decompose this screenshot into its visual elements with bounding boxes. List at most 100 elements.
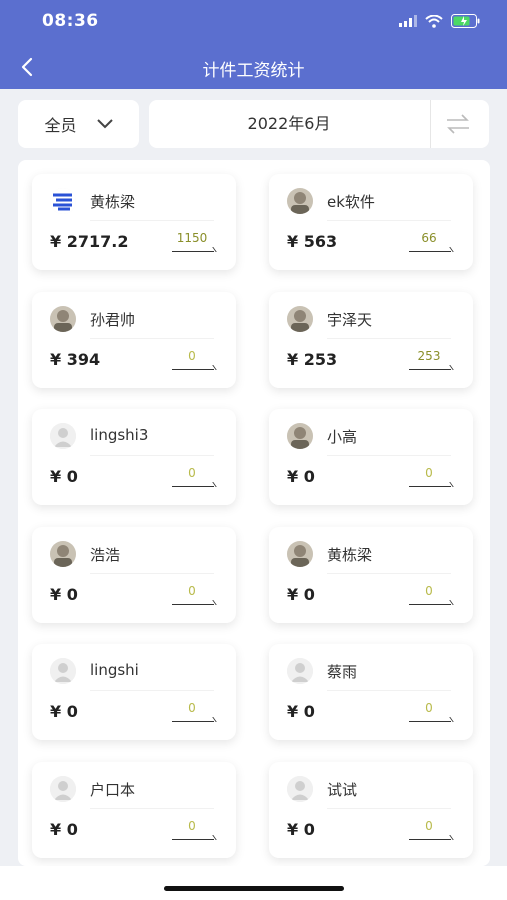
count-underline	[172, 486, 214, 487]
piece-count: 0	[188, 466, 196, 480]
piece-count: 0	[188, 818, 196, 833]
employee-name: 蔡雨	[327, 663, 358, 681]
avatar	[50, 540, 76, 567]
wage-amount: ¥ 2717.2	[50, 232, 129, 251]
count-underline	[172, 368, 214, 370]
employee-card[interactable]: 黄栋梁 ¥ 2717.2 1150	[32, 174, 236, 270]
battery-icon	[451, 14, 480, 28]
divider	[90, 337, 214, 339]
wifi-icon	[425, 14, 443, 28]
piece-count: 66	[421, 231, 437, 245]
piece-count: 0	[188, 701, 196, 715]
count-underline	[172, 721, 214, 722]
count-underline	[172, 251, 214, 252]
divider	[327, 807, 451, 809]
employee-name: 宇泽天	[327, 310, 373, 329]
wage-amount: ¥ 0	[287, 819, 315, 839]
employee-name: 小高	[327, 428, 358, 446]
avatar	[287, 188, 313, 214]
avatar	[50, 423, 76, 449]
employee-name: lingshi3	[90, 426, 149, 444]
avatar	[287, 775, 313, 802]
employee-card[interactable]: lingshi3 ¥ 0 0	[32, 409, 236, 505]
avatar	[50, 305, 76, 332]
avatar	[287, 540, 313, 567]
divider	[327, 337, 451, 339]
divider	[430, 100, 431, 148]
avatar	[287, 305, 313, 332]
member-filter-label: 全员	[44, 116, 77, 135]
date-value[interactable]: 2022年6月	[149, 100, 429, 148]
employee-name: 黄栋梁	[90, 193, 136, 211]
employee-card[interactable]: 小高 ¥ 0 0	[269, 409, 473, 505]
page-title: 计件工资统计	[202, 61, 305, 81]
wage-amount: ¥ 0	[50, 467, 78, 486]
home-indicator	[164, 886, 344, 891]
employee-card[interactable]: 浩浩 ¥ 0 0	[32, 526, 236, 623]
divider	[90, 690, 214, 691]
employee-name: 孙君帅	[90, 310, 136, 329]
piece-count: 0	[425, 466, 433, 480]
employee-card[interactable]: 试试 ¥ 0 0	[269, 761, 473, 858]
wage-amount: ¥ 0	[287, 467, 315, 486]
divider	[90, 807, 214, 809]
swap-icon[interactable]	[445, 113, 471, 135]
employee-name: ek软件	[327, 193, 375, 211]
status-time: 08:36	[42, 11, 99, 31]
employee-card[interactable]: lingshi ¥ 0 0	[32, 644, 236, 740]
piece-count: 0	[425, 701, 433, 715]
wage-amount: ¥ 0	[50, 584, 78, 604]
top-bar: 08:36 计件工资统计	[0, 0, 507, 89]
piece-count: 253	[417, 348, 441, 363]
wage-amount: ¥ 563	[287, 232, 338, 251]
bottom-area	[0, 866, 507, 900]
piece-count: 0	[425, 818, 433, 833]
chevron-down-icon	[96, 119, 113, 129]
avatar	[50, 188, 76, 214]
employee-card[interactable]: 蔡雨 ¥ 0 0	[269, 644, 473, 740]
signal-icon	[399, 15, 417, 27]
count-underline	[409, 721, 451, 722]
count-underline	[409, 603, 451, 605]
wage-amount: ¥ 394	[50, 349, 101, 369]
count-underline	[409, 251, 451, 252]
avatar	[50, 775, 76, 802]
divider	[327, 690, 451, 691]
divider	[90, 455, 214, 456]
wage-amount: ¥ 0	[50, 702, 78, 721]
piece-count: 0	[188, 583, 196, 598]
divider	[90, 220, 214, 221]
employee-name: lingshi	[90, 661, 139, 679]
wage-amount: ¥ 0	[50, 819, 78, 839]
employee-name: 户口本	[90, 780, 136, 799]
divider	[90, 572, 214, 574]
employee-card[interactable]: 宇泽天 ¥ 253 253	[269, 291, 473, 388]
count-underline	[172, 838, 214, 840]
count-underline	[409, 838, 451, 840]
wage-amount: ¥ 0	[287, 584, 315, 604]
employee-card-grid: 黄栋梁 ¥ 2717.2 1150 ek软件 ¥ 563 66 孙君帅 ¥ 394 0 宇泽天 ¥ …	[18, 160, 490, 866]
employee-name: 浩浩	[90, 545, 121, 564]
employee-card[interactable]: 黄栋梁 ¥ 0 0	[269, 526, 473, 623]
avatar	[287, 423, 313, 449]
piece-count: 1150	[176, 231, 208, 245]
member-filter-dropdown[interactable]: 全员	[18, 100, 139, 148]
divider	[327, 572, 451, 574]
divider	[327, 455, 451, 456]
employee-card[interactable]: ek软件 ¥ 563 66	[269, 174, 473, 270]
wage-amount: ¥ 253	[287, 349, 338, 369]
date-selector[interactable]: 2022年6月	[149, 100, 489, 148]
employee-card[interactable]: 孙君帅 ¥ 394 0	[32, 291, 236, 388]
count-underline	[409, 368, 451, 370]
status-icons	[399, 14, 481, 28]
count-underline	[409, 486, 451, 487]
piece-count: 0	[425, 583, 433, 598]
wage-amount: ¥ 0	[287, 702, 315, 721]
avatar	[287, 658, 313, 684]
divider	[327, 220, 451, 221]
employee-name: 试试	[327, 780, 358, 799]
employee-name: 黄栋梁	[327, 545, 373, 564]
count-underline	[172, 603, 214, 605]
piece-count: 0	[188, 348, 196, 363]
employee-card[interactable]: 户口本 ¥ 0 0	[32, 761, 236, 858]
